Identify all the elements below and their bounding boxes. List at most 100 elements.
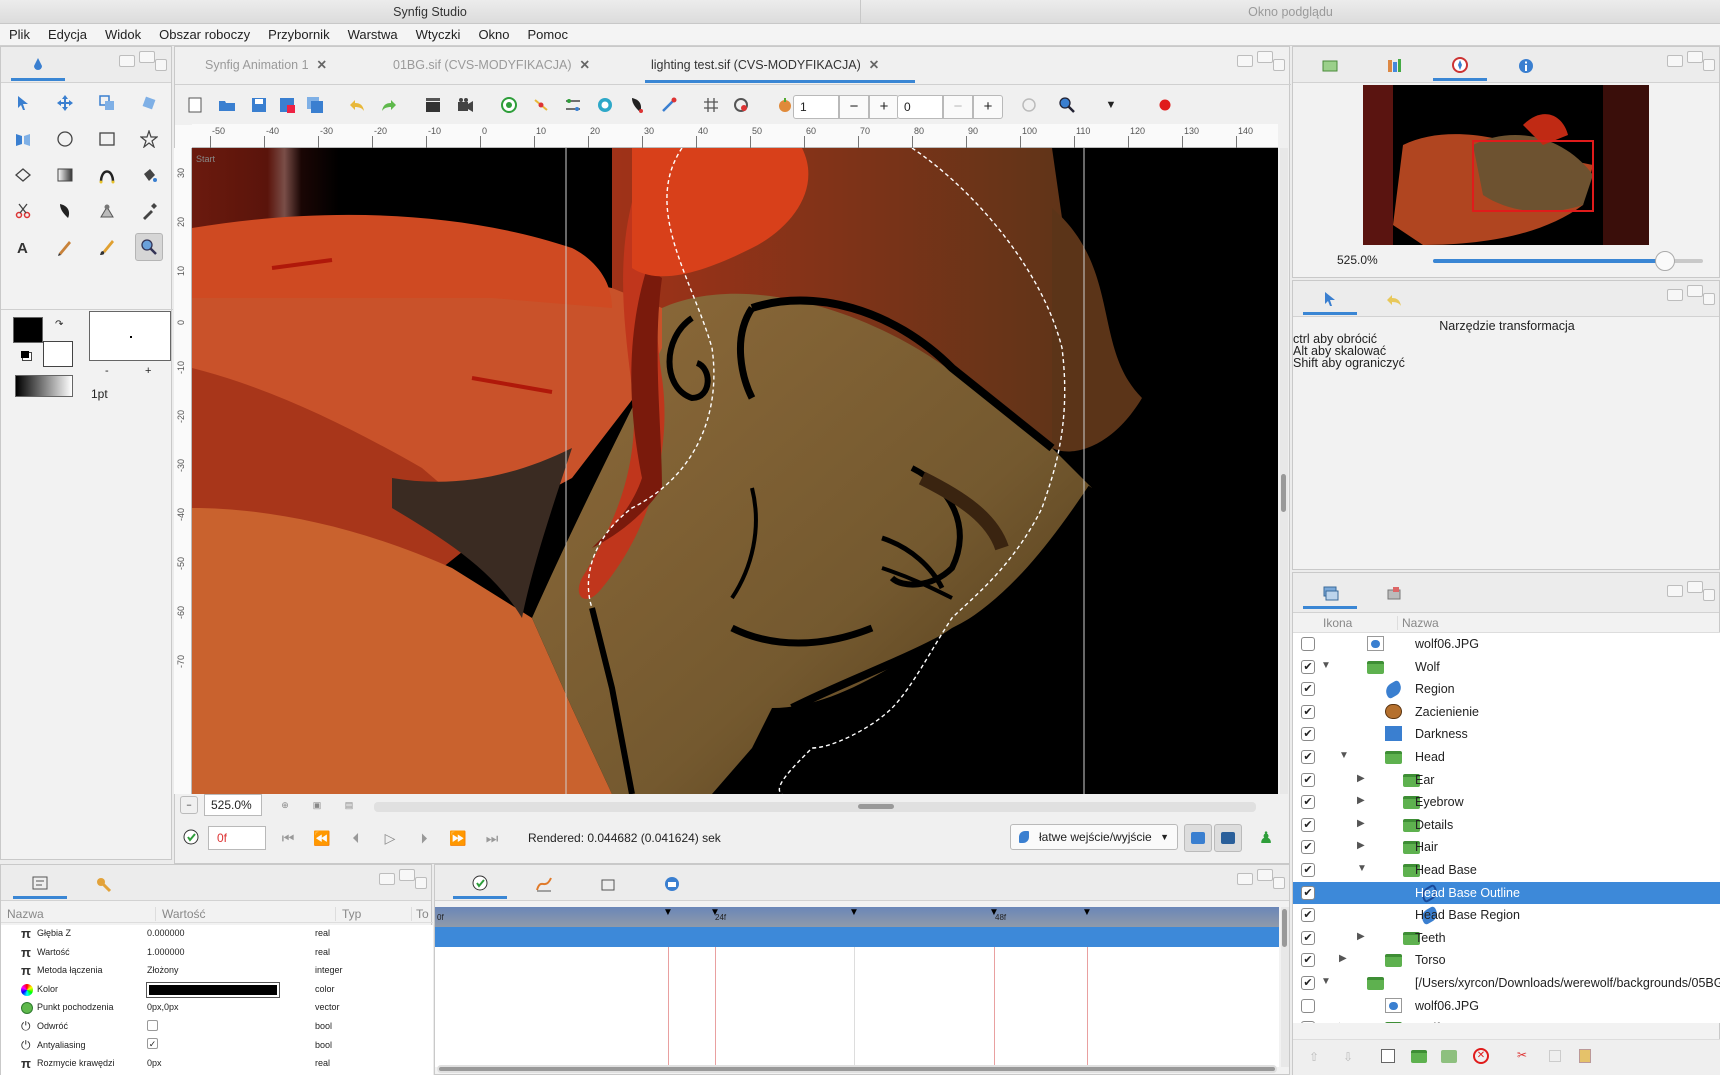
menu-window[interactable]: Okno — [469, 27, 518, 42]
chevron-down-icon[interactable]: ▼ — [1357, 863, 1367, 874]
layer-visibility-checkbox[interactable] — [1301, 998, 1315, 1013]
prev-keyframe-button[interactable]: ⏪ — [308, 824, 336, 852]
panel-menu-button[interactable] — [1687, 581, 1703, 593]
param-row[interactable]: π Metoda łączenia Złożony integer — [1, 962, 431, 981]
panel-menu-button[interactable] — [399, 869, 415, 881]
navigator-thumbnail[interactable] — [1363, 85, 1649, 245]
onion-future-input[interactable]: 0 — [897, 95, 943, 119]
param-value[interactable]: 0px — [147, 1058, 162, 1068]
close-tab-icon[interactable]: ✕ — [580, 47, 590, 83]
param-checkbox[interactable]: ✓ — [147, 1037, 158, 1049]
chevron-right-icon[interactable]: ▶ — [1357, 773, 1365, 784]
scale-tool[interactable] — [93, 89, 121, 117]
panel-minimize-button[interactable] — [1667, 289, 1683, 301]
group-layer-icon[interactable] — [1411, 1050, 1427, 1063]
layer-row[interactable]: ▶ Wolf — [1293, 1017, 1720, 1023]
panel-minimize-button[interactable] — [1667, 585, 1683, 597]
open-file-button[interactable] — [213, 91, 241, 119]
param-value[interactable]: 0px,0px — [147, 1002, 179, 1012]
panel-minimize-button[interactable] — [1237, 55, 1253, 67]
layers-icon-column-header[interactable]: Ikona — [1323, 616, 1352, 630]
onion-future-increase-button[interactable]: + — [973, 95, 1003, 119]
layers-name-column-header[interactable]: Nazwa — [1397, 616, 1439, 630]
layer-row[interactable]: ✔ ▶ Hair — [1293, 836, 1720, 859]
tab-params[interactable] — [13, 869, 67, 899]
next-frame-button[interactable]: ⏵ — [410, 824, 438, 852]
close-tab-icon[interactable]: ✕ — [869, 47, 879, 83]
animation-mode-button[interactable] — [180, 826, 202, 848]
outline-color-swatch[interactable] — [13, 317, 43, 343]
params-time-column-header[interactable]: To — [411, 907, 429, 921]
tab-sound[interactable] — [581, 869, 635, 899]
copy-icon[interactable] — [1549, 1050, 1561, 1062]
params-name-column-header[interactable]: Nazwa — [7, 907, 44, 921]
save-as-button[interactable] — [273, 91, 301, 119]
layer-visibility-checkbox[interactable]: ✔ — [1301, 659, 1315, 674]
layer-row[interactable]: ✔ Zacienienie — [1293, 701, 1720, 724]
brush-size-preview[interactable] — [89, 311, 171, 361]
menu-file[interactable]: Plik — [0, 27, 39, 42]
brush-size-increase-button[interactable]: + — [145, 365, 151, 377]
tab-toolbox[interactable] — [11, 51, 65, 81]
keyframe-marker[interactable]: ▼ — [663, 907, 673, 918]
layer-visibility-checkbox[interactable]: ✔ — [1301, 772, 1315, 787]
play-button[interactable]: ▷ — [376, 824, 404, 852]
panel-menu-button[interactable] — [1687, 51, 1703, 63]
feather-tool[interactable] — [51, 197, 79, 225]
future-keyframes-lock-button[interactable] — [1214, 824, 1242, 852]
horizontal-scrollbar[interactable] — [374, 802, 1256, 812]
canvas-view[interactable]: Start — [192, 148, 1278, 794]
chevron-down-icon[interactable]: ▼ — [1321, 660, 1331, 671]
zoom-fit-button[interactable]: ▣ — [308, 796, 326, 814]
show-grid-button[interactable] — [697, 91, 725, 119]
tab-lib-canvas[interactable] — [645, 869, 699, 899]
render-button[interactable] — [419, 91, 447, 119]
layer-visibility-checkbox[interactable]: ✔ — [1301, 682, 1315, 697]
panel-minimize-button[interactable] — [1667, 55, 1683, 67]
show-bone-button[interactable] — [655, 91, 683, 119]
onion-past-input[interactable]: 1 — [793, 95, 839, 119]
save-button[interactable] — [245, 91, 273, 119]
layer-row[interactable]: ✔ ▶ Ear — [1293, 769, 1720, 792]
panel-close-button[interactable] — [1273, 877, 1285, 889]
current-frame-input[interactable]: 0f — [208, 826, 266, 850]
raise-layer-icon[interactable]: ⇧ — [1309, 1050, 1319, 1064]
zoom-tool[interactable] — [135, 233, 163, 261]
panel-menu-button[interactable] — [139, 51, 155, 63]
save-all-button[interactable] — [301, 91, 329, 119]
rotate-tool[interactable] — [135, 89, 163, 117]
param-row[interactable]: ⏻ Antyaliasing ✓ bool — [1, 1037, 431, 1056]
chevron-right-icon[interactable]: ▶ — [1357, 795, 1365, 806]
panel-close-button[interactable] — [155, 59, 167, 71]
param-row[interactable]: π Głębia Z 0.000000 real — [1, 925, 431, 944]
chevron-right-icon[interactable]: ▶ — [1357, 840, 1365, 851]
menu-edit[interactable]: Edycja — [39, 27, 96, 42]
refresh-button[interactable] — [1015, 91, 1043, 119]
layer-visibility-checkbox[interactable]: ✔ — [1301, 727, 1315, 742]
brush-tool[interactable] — [93, 233, 121, 261]
tab-01bg-sif[interactable]: 01BG.sif (CVS-MODYFIKACJA) ✕ — [387, 47, 597, 83]
layer-visibility-checkbox[interactable]: ✔ — [1301, 704, 1315, 719]
panel-close-button[interactable] — [415, 877, 427, 889]
fill-color-swatch[interactable] — [43, 341, 73, 367]
layer-visibility-checkbox[interactable]: ✔ — [1301, 863, 1315, 877]
params-value-column-header[interactable]: Wartość — [155, 907, 206, 921]
tab-history[interactable] — [1367, 285, 1421, 315]
polygon-tool[interactable] — [9, 161, 37, 189]
param-row[interactable]: Kolor color — [1, 981, 431, 1000]
layer-row[interactable]: ✔ Head Base Region — [1293, 904, 1720, 927]
scrollbar-thumb[interactable] — [439, 1067, 1275, 1071]
tab-tool-options[interactable] — [1303, 285, 1357, 315]
show-handles-button[interactable] — [495, 91, 523, 119]
scrollbar-thumb[interactable] — [858, 804, 894, 809]
tab-info[interactable] — [1499, 51, 1553, 81]
cut-icon[interactable]: ✂ — [1517, 1048, 1527, 1062]
layer-visibility-checkbox[interactable]: ✔ — [1301, 930, 1315, 945]
zoom-100-button[interactable]: ▤ — [340, 796, 358, 814]
seek-end-button[interactable]: ⏭ — [478, 824, 506, 852]
tab-curves[interactable] — [517, 869, 571, 899]
panel-minimize-button[interactable] — [119, 55, 135, 67]
panel-close-button[interactable] — [1273, 59, 1285, 71]
smooth-move-tool[interactable] — [51, 89, 79, 117]
zoom-out-button[interactable]: − — [180, 796, 198, 814]
